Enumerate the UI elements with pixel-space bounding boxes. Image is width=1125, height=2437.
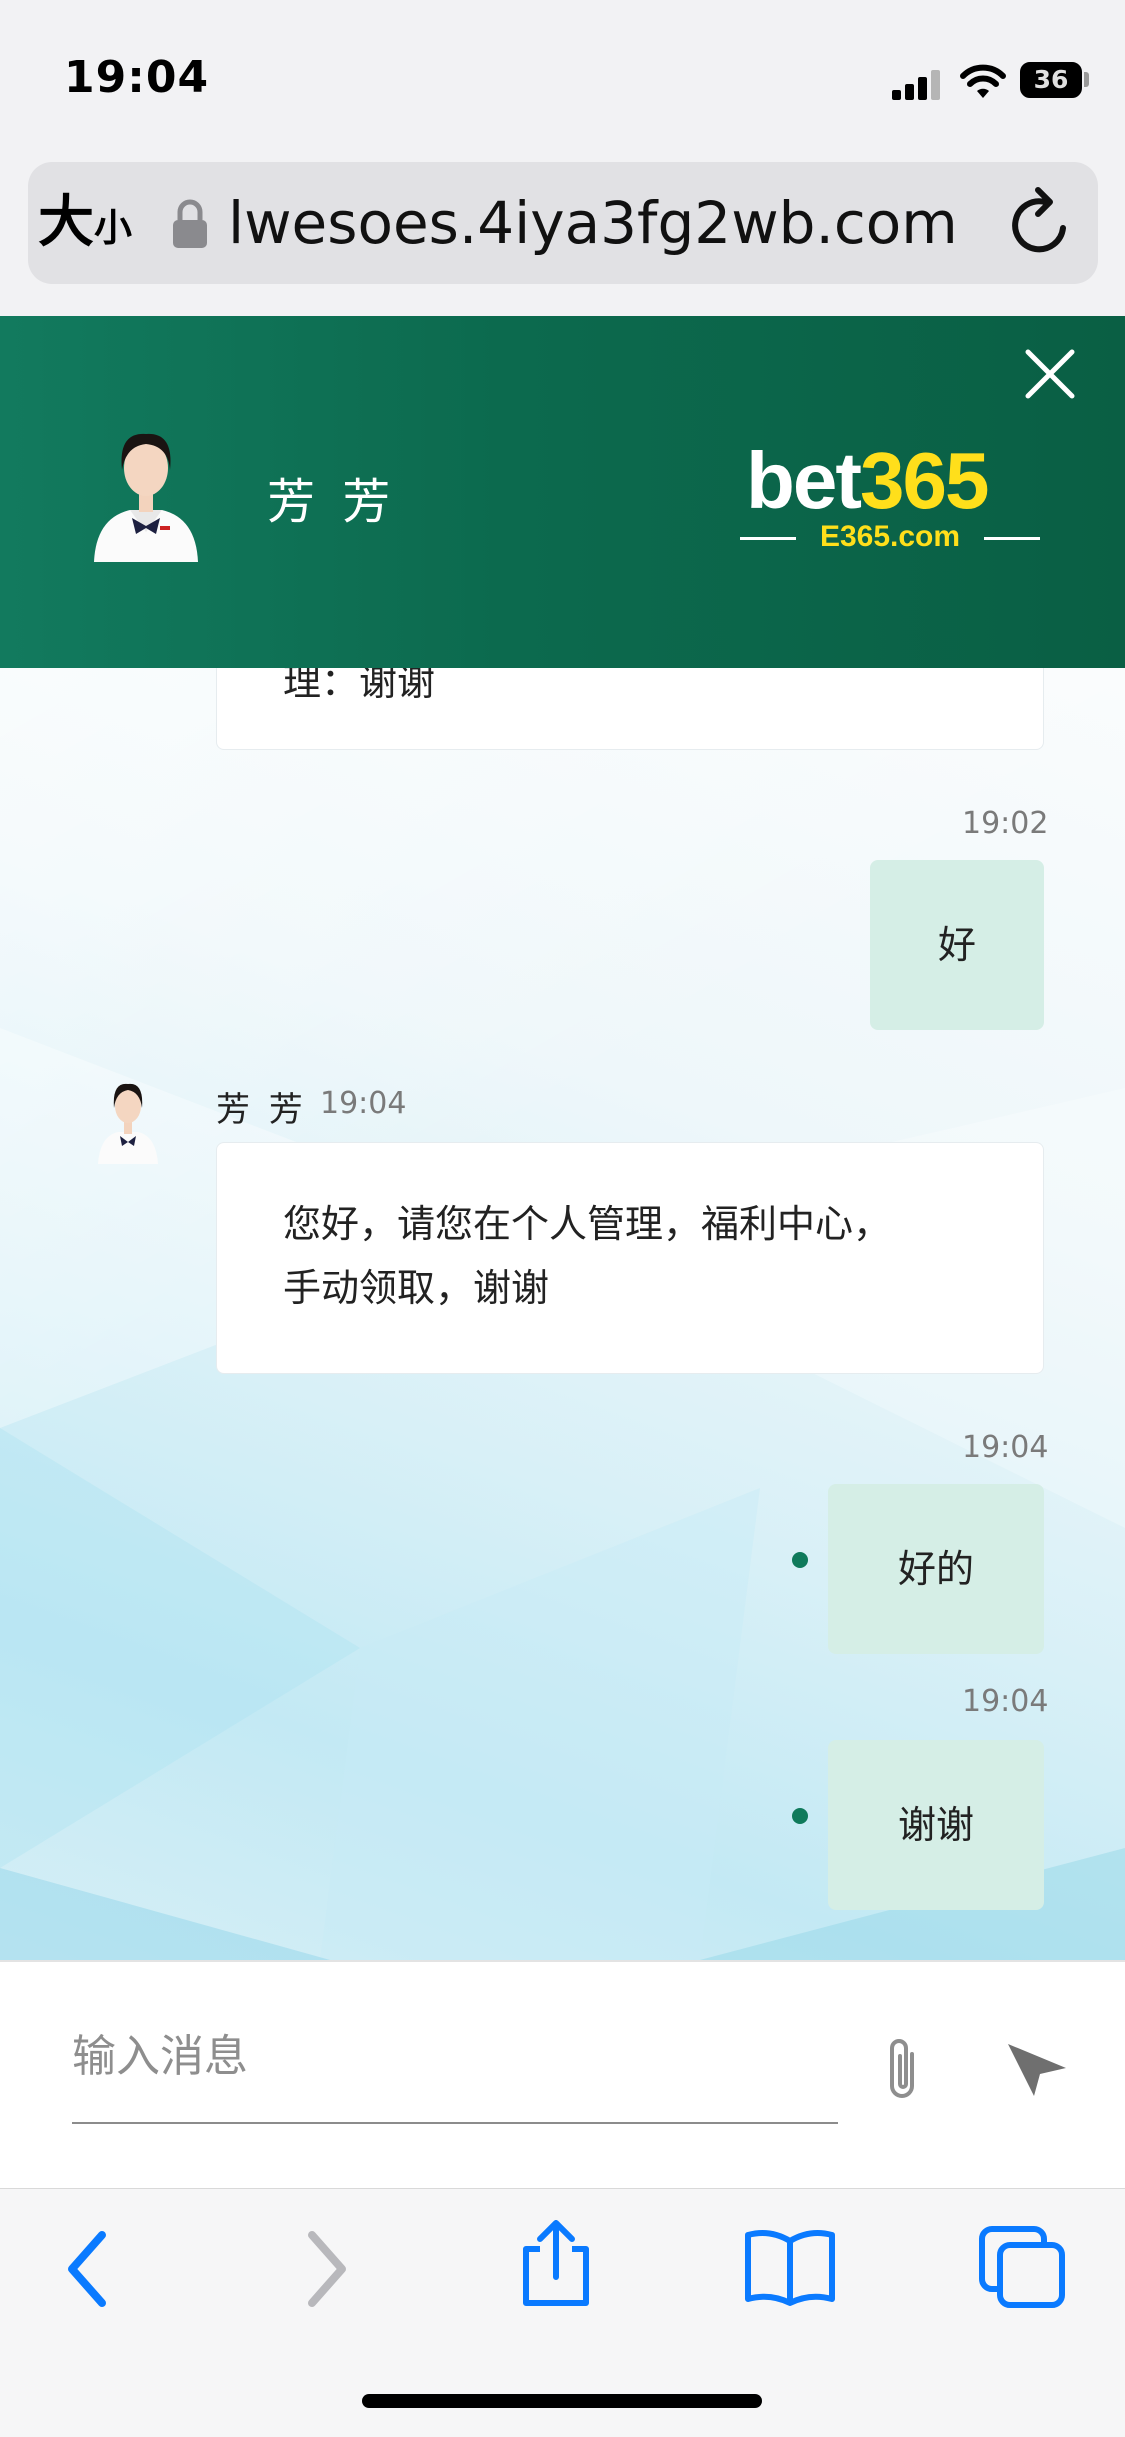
close-icon[interactable] bbox=[1022, 346, 1078, 402]
paperclip-icon[interactable] bbox=[872, 2034, 932, 2104]
back-icon[interactable] bbox=[62, 2229, 112, 2309]
message-sender: 芳 芳 bbox=[216, 1090, 307, 1130]
message-text: 谢谢 bbox=[897, 1803, 974, 1847]
home-indicator bbox=[362, 2394, 762, 2408]
battery-level: 36 bbox=[1033, 65, 1069, 94]
message-time: 19:04 bbox=[320, 1086, 407, 1121]
tabs-icon[interactable] bbox=[978, 2225, 1068, 2311]
message-incoming: 理：谢谢 bbox=[216, 668, 1044, 750]
message-text: 理：谢谢 bbox=[283, 668, 436, 704]
agent-name: 芳 芳 bbox=[267, 474, 397, 530]
message-text-line2: 手动领取，谢谢 bbox=[283, 1266, 550, 1310]
lock-icon bbox=[173, 199, 207, 248]
message-time: 19:04 bbox=[962, 1684, 1049, 1719]
message-time: 19:04 bbox=[962, 1430, 1049, 1465]
input-underline bbox=[72, 2122, 838, 2124]
bookmarks-icon[interactable] bbox=[742, 2227, 838, 2307]
message-outgoing: 谢谢 bbox=[828, 1740, 1044, 1910]
brand-name-part2: 365 bbox=[860, 436, 989, 525]
brand-name: bet365 bbox=[746, 436, 989, 526]
sent-status-dot bbox=[792, 1552, 808, 1568]
status-time: 19:04 bbox=[64, 52, 210, 103]
message-outgoing: 好的 bbox=[828, 1484, 1044, 1654]
text-size-button[interactable]: 大小 bbox=[38, 192, 132, 259]
message-input[interactable] bbox=[72, 2026, 832, 2086]
brand-domain: E365.com bbox=[740, 520, 1040, 554]
status-bar: 19:04 36 bbox=[0, 0, 1125, 150]
battery-tip bbox=[1084, 72, 1089, 87]
message-incoming: 您好，请您在个人管理，福利中心， 手动领取，谢谢 bbox=[216, 1142, 1044, 1374]
message-outgoing: 好 bbox=[870, 860, 1044, 1030]
chat-messages[interactable]: 理：谢谢 19:02 好 芳 芳 19:04 您好，请您在个人管理，福利中心， … bbox=[0, 668, 1125, 1960]
message-time: 19:02 bbox=[962, 806, 1049, 841]
battery-icon: 36 bbox=[1020, 62, 1082, 98]
text-size-label-small: 小 bbox=[94, 206, 133, 250]
url-text[interactable]: lwesoes.4iya3fg2wb.com bbox=[228, 186, 958, 260]
forward-icon[interactable] bbox=[302, 2229, 352, 2309]
message-text: 好的 bbox=[897, 1547, 974, 1591]
address-bar[interactable]: 大小 lwesoes.4iya3fg2wb.com bbox=[28, 162, 1098, 284]
agent-avatar-small bbox=[98, 1083, 158, 1164]
brand-logo: bet365 E365.com bbox=[740, 436, 1040, 553]
send-icon[interactable] bbox=[1004, 2038, 1070, 2098]
message-composer bbox=[0, 1960, 1125, 2190]
reload-icon[interactable] bbox=[1005, 186, 1075, 262]
message-text: 好 bbox=[937, 923, 976, 967]
wifi-icon bbox=[960, 64, 1006, 98]
chat-header: 芳 芳 bet365 E365.com bbox=[0, 316, 1125, 668]
brand-name-part1: bet bbox=[746, 436, 862, 525]
agent-avatar bbox=[94, 433, 198, 562]
message-text-line1: 您好，请您在个人管理，福利中心， bbox=[283, 1202, 892, 1246]
sent-status-dot bbox=[792, 1808, 808, 1824]
text-size-label-large: 大 bbox=[38, 190, 94, 255]
cellular-signal-icon bbox=[892, 70, 942, 100]
share-icon[interactable] bbox=[516, 2219, 596, 2309]
